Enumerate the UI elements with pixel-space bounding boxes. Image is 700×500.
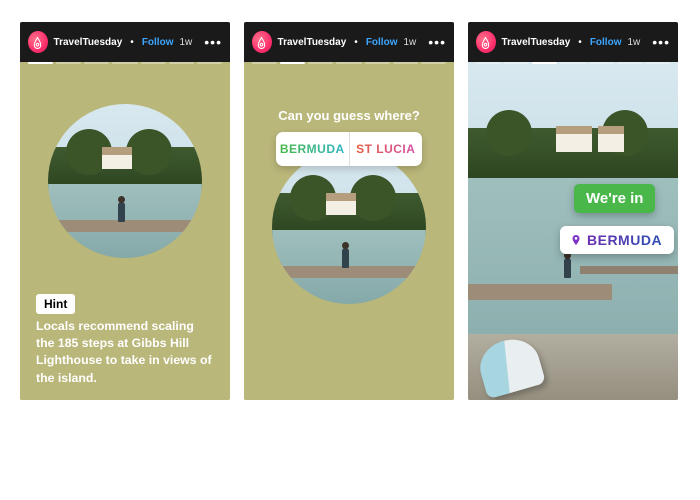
more-horizontal-icon[interactable]: ••• xyxy=(204,39,222,45)
location-pin-icon xyxy=(570,234,582,246)
poll-question: Can you guess where? xyxy=(244,108,454,123)
story-photo-circle xyxy=(272,150,426,304)
airbnb-logo-icon[interactable] xyxy=(476,31,496,53)
username[interactable]: TravelTuesday xyxy=(502,37,571,48)
poll-option-a[interactable]: BERMUDA xyxy=(276,132,350,166)
reveal-banner: We're in xyxy=(574,184,655,213)
story-progress xyxy=(252,62,446,64)
location-sticker[interactable]: BERMUDA xyxy=(560,226,674,254)
poll-option-b-label: ST LUCIA xyxy=(356,142,415,156)
follow-button[interactable]: Follow xyxy=(590,37,622,48)
username[interactable]: TravelTuesday xyxy=(54,37,123,48)
story-frame-poll[interactable]: TravelTuesday • Follow 1w ••• Can you gu… xyxy=(244,22,454,400)
story-progress xyxy=(476,62,670,64)
hint-chip: Hint xyxy=(36,294,75,314)
more-horizontal-icon[interactable]: ••• xyxy=(428,39,446,45)
timestamp: 1w xyxy=(403,37,416,48)
separator: • xyxy=(578,37,582,48)
story-gallery: TravelTuesday • Follow 1w ••• Hint Local… xyxy=(0,0,700,422)
poll-option-a-label: BERMUDA xyxy=(280,142,345,156)
story-frame-reveal[interactable]: TravelTuesday • Follow 1w ••• We're in B… xyxy=(468,22,678,400)
story-frame-hint[interactable]: TravelTuesday • Follow 1w ••• Hint Local… xyxy=(20,22,230,400)
username[interactable]: TravelTuesday xyxy=(278,37,347,48)
poll-sticker: BERMUDA ST LUCIA xyxy=(276,132,422,166)
story-progress xyxy=(28,62,222,64)
timestamp: 1w xyxy=(627,37,640,48)
airbnb-logo-icon[interactable] xyxy=(28,31,48,53)
timestamp: 1w xyxy=(179,37,192,48)
airbnb-logo-icon[interactable] xyxy=(252,31,272,53)
hint-text: Locals recommend scaling the 185 steps a… xyxy=(36,318,214,387)
separator: • xyxy=(130,37,134,48)
story-photo-circle xyxy=(48,104,202,258)
location-name: BERMUDA xyxy=(587,232,662,248)
separator: • xyxy=(354,37,358,48)
story-header: TravelTuesday • Follow 1w ••• xyxy=(468,22,678,62)
story-header: TravelTuesday • Follow 1w ••• xyxy=(244,22,454,62)
follow-button[interactable]: Follow xyxy=(366,37,398,48)
more-horizontal-icon[interactable]: ••• xyxy=(652,39,670,45)
poll-option-b[interactable]: ST LUCIA xyxy=(350,132,423,166)
follow-button[interactable]: Follow xyxy=(142,37,174,48)
story-header: TravelTuesday • Follow 1w ••• xyxy=(20,22,230,62)
